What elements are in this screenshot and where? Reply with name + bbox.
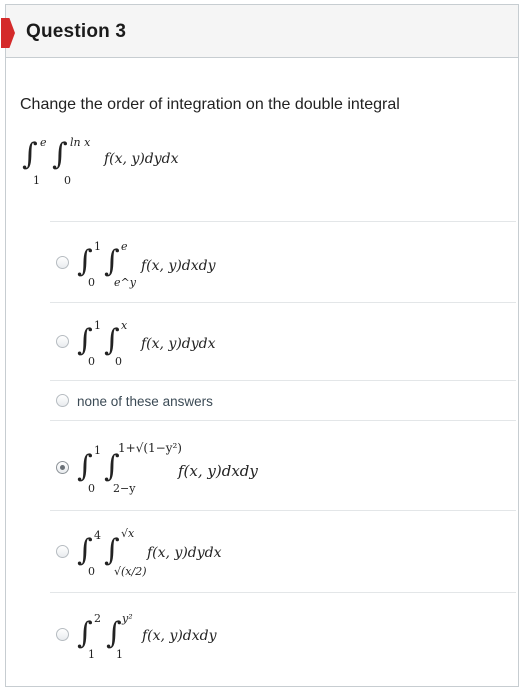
- inner-upper-limit: √x: [121, 527, 135, 540]
- question-prompt: Change the order of integration on the d…: [20, 96, 400, 113]
- inner-upper-limit: e: [121, 240, 128, 253]
- divider: [50, 302, 516, 303]
- integrand: f(x, y)dxdy: [141, 258, 216, 274]
- divider: [50, 510, 516, 511]
- outer-lower-limit: 1: [33, 174, 40, 187]
- outer-integral-sign: ∫: [77, 533, 93, 568]
- inner-lower-limit: 0: [115, 355, 122, 368]
- outer-integral-sign: ∫: [77, 616, 93, 651]
- outer-upper-limit: 4: [94, 529, 101, 542]
- question-title: Question 3: [26, 21, 127, 42]
- outer-lower-limit: 0: [88, 355, 95, 368]
- outer-upper-limit: 2: [94, 612, 101, 625]
- option-label: none of these answers: [77, 394, 213, 409]
- integrand: f(x, y)dxdy: [178, 462, 258, 480]
- inner-lower-limit: e^y: [114, 276, 136, 289]
- outer-upper-limit: 1: [94, 444, 101, 457]
- outer-integral-sign: ∫: [22, 137, 38, 172]
- outer-lower-limit: 0: [88, 565, 95, 578]
- question-header: Question 3: [1, 5, 518, 58]
- outer-integral-sign: ∫: [77, 244, 93, 279]
- outer-upper-limit: 1: [94, 319, 101, 332]
- divider: [50, 221, 516, 222]
- divider: [50, 420, 516, 421]
- divider: [50, 380, 516, 381]
- inner-integral-sign: ∫: [104, 244, 120, 279]
- inner-upper-limit: ln x: [70, 136, 91, 149]
- radio-button[interactable]: [56, 256, 69, 269]
- divider: [50, 592, 516, 593]
- integrand: f(x, y)dydx: [104, 151, 179, 167]
- radio-button[interactable]: [56, 335, 69, 348]
- inner-lower-limit: √(x/2): [114, 565, 147, 578]
- radio-button[interactable]: [56, 545, 69, 558]
- inner-upper-limit: x: [121, 319, 128, 332]
- inner-upper-limit: y²: [122, 612, 133, 625]
- radio-button[interactable]: [56, 394, 69, 407]
- inner-integral-sign: ∫: [52, 137, 68, 172]
- radio-button[interactable]: [56, 628, 69, 641]
- inner-integral-sign: ∫: [104, 323, 120, 358]
- inner-integral-sign: ∫: [106, 616, 122, 651]
- outer-integral-sign: ∫: [77, 323, 93, 358]
- outer-integral-sign: ∫: [77, 449, 93, 484]
- inner-integral-sign: ∫: [104, 449, 120, 484]
- outer-lower-limit: 1: [88, 648, 95, 661]
- inner-integral-sign: ∫: [104, 533, 120, 568]
- integrand: f(x, y)dydx: [147, 545, 222, 561]
- inner-lower-limit: 0: [64, 174, 71, 187]
- inner-upper-limit: 1+√(1−y²): [118, 441, 182, 455]
- inner-lower-limit: 2−y: [113, 482, 136, 495]
- integrand: f(x, y)dxdy: [142, 628, 217, 644]
- outer-upper-limit: 1: [94, 240, 101, 253]
- radio-button-selected[interactable]: [56, 461, 69, 474]
- outer-lower-limit: 0: [88, 276, 95, 289]
- inner-lower-limit: 1: [116, 648, 123, 661]
- outer-lower-limit: 0: [88, 482, 95, 495]
- outer-upper-limit: e: [40, 136, 47, 149]
- integrand: f(x, y)dydx: [141, 336, 216, 352]
